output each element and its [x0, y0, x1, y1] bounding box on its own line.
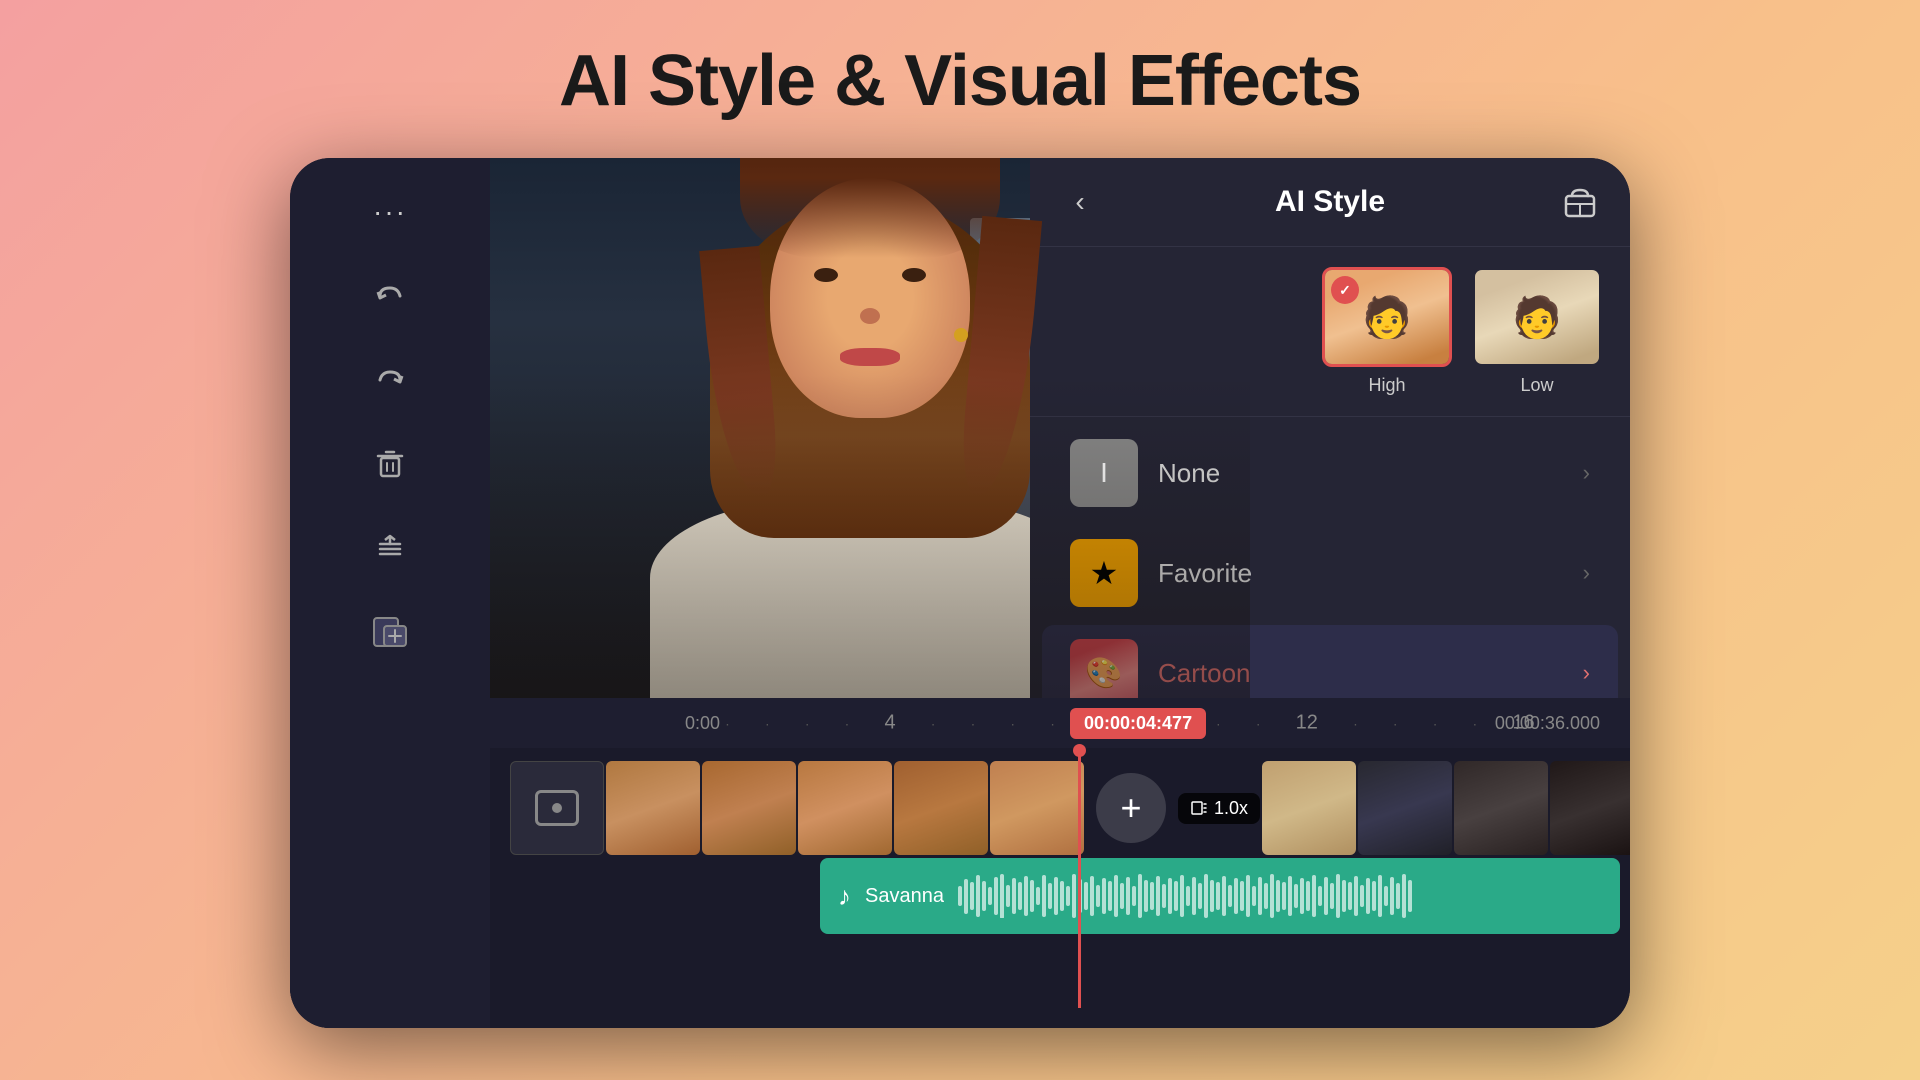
speed-value: 1.0x	[1214, 798, 1248, 819]
track-name: Savanna	[865, 885, 944, 908]
sidebar-undo-icon[interactable]	[366, 272, 414, 320]
quality-low-img: 🧑	[1472, 267, 1602, 367]
video-thumb-5	[990, 761, 1084, 855]
chevron-none: ›	[1583, 460, 1590, 486]
video-thumb-2	[702, 761, 796, 855]
sidebar-menu-icon[interactable]: ···	[366, 188, 414, 236]
sidebar-layers-icon[interactable]	[366, 524, 414, 572]
video-thumb-7	[1358, 761, 1452, 855]
video-preview-area	[490, 158, 1250, 698]
photo-icon	[535, 790, 579, 826]
time-end: 00:00:36.000	[1495, 713, 1600, 734]
timeline-area: 0:00 ···· 4 ···· 8 ···· 12 ···· 16 00:00…	[290, 698, 1630, 1028]
video-preview	[490, 158, 1250, 698]
vignette	[490, 158, 1250, 698]
timeline-header: 0:00 ···· 4 ···· 8 ···· 12 ···· 16 00:00…	[290, 698, 1630, 748]
video-thumb-1	[606, 761, 700, 855]
speed-badge: 1.0x	[1178, 793, 1260, 824]
device-frame: ···	[290, 158, 1630, 1028]
sidebar-delete-icon[interactable]	[366, 440, 414, 488]
selected-badge: ✓	[1331, 276, 1359, 304]
video-track: + 1.0x	[290, 748, 1630, 858]
quality-low[interactable]: 🧑 Low	[1472, 267, 1602, 396]
photo-icon-circle	[552, 803, 562, 813]
quality-low-label: Low	[1520, 375, 1553, 396]
audio-track: ♪ Savanna // Generate wave bars inline c…	[820, 858, 1620, 934]
sidebar-insert-icon[interactable]	[366, 608, 414, 656]
video-thumb-4	[894, 761, 988, 855]
quality-high-label: High	[1368, 375, 1405, 396]
quality-low-portrait: 🧑	[1475, 270, 1599, 364]
video-thumb-3	[798, 761, 892, 855]
video-thumb-9	[1550, 761, 1630, 855]
video-thumb-first	[510, 761, 604, 855]
chevron-favorite: ›	[1583, 560, 1590, 586]
quality-high[interactable]: 🧑 ✓ High	[1322, 267, 1452, 396]
sidebar: ···	[290, 158, 490, 1028]
video-thumb-8	[1454, 761, 1548, 855]
store-button[interactable]	[1558, 180, 1602, 224]
time-current: 00:00:04:477	[1070, 708, 1206, 739]
chevron-cartoon: ›	[1583, 660, 1590, 686]
add-clip-button[interactable]: +	[1096, 773, 1166, 843]
quality-high-img: 🧑 ✓	[1322, 267, 1452, 367]
music-note-icon: ♪	[838, 881, 851, 912]
playhead-head	[1073, 744, 1086, 757]
speed-icon	[1190, 799, 1208, 817]
playhead	[1078, 748, 1081, 1008]
audio-waveform: // Generate wave bars inline const heigh…	[958, 874, 1602, 918]
sidebar-redo-icon[interactable]	[366, 356, 414, 404]
page-title: AI Style & Visual Effects	[559, 40, 1361, 122]
video-thumb-6	[1262, 761, 1356, 855]
